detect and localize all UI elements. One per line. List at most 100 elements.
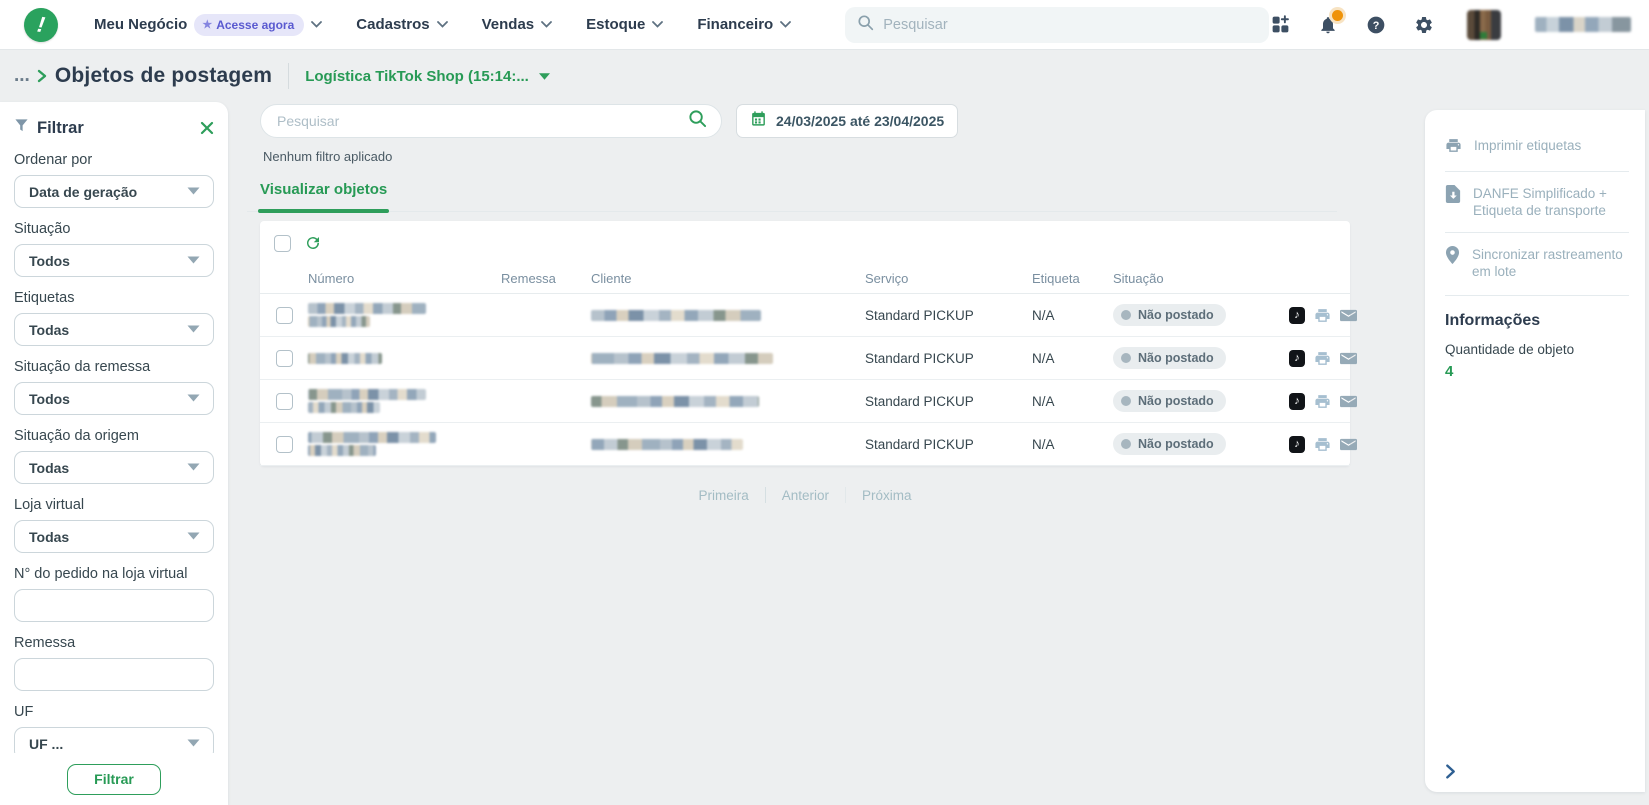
cell-cliente: [591, 308, 865, 323]
cell-numero: [308, 351, 501, 366]
select-ordenar-por[interactable]: Data de geração: [14, 175, 214, 208]
bling-logo-icon[interactable]: !: [21, 5, 61, 44]
divider: [1445, 294, 1629, 296]
user-name-redacted[interactable]: [1535, 17, 1631, 32]
select-loja-virtual[interactable]: Todas: [14, 520, 214, 553]
filter-status-text: Nenhum filtro aplicado: [263, 149, 393, 164]
print-icon: [1445, 136, 1462, 159]
row-checkbox[interactable]: [275, 435, 293, 453]
print-icon[interactable]: [1314, 393, 1331, 410]
menu-item-financeiro[interactable]: Financeiro: [697, 16, 792, 33]
table-search-input[interactable]: Pesquisar: [260, 104, 722, 138]
actions-side-panel: Imprimir etiquetas DANFE Simplificado + E…: [1425, 110, 1645, 792]
email-icon[interactable]: [1340, 308, 1357, 323]
search-icon[interactable]: [688, 109, 707, 133]
input-n-do-pedido-na-loja-virtual[interactable]: [14, 589, 214, 622]
filter-label: Situação da remessa: [14, 359, 151, 375]
select-situa-o-da-origem[interactable]: Todas: [14, 451, 214, 484]
settings-gear-icon[interactable]: [1413, 14, 1435, 36]
menu-item-cadastros[interactable]: Cadastros: [356, 16, 448, 33]
object-quantity-label: Quantidade de objeto: [1445, 341, 1575, 357]
acesse-agora-badge[interactable]: ★ Acesse agora: [194, 13, 305, 36]
column-header-remessa: Remessa: [501, 271, 556, 286]
table-row[interactable]: Standard PICKUP N/A Não postado ♪: [260, 294, 1357, 337]
panel-action-imprimir-etiquetas[interactable]: Imprimir etiquetas: [1445, 124, 1629, 171]
filter-sidebar: Filtrar Ordenar por Data de geração Situaç…: [0, 102, 228, 805]
cell-numero: [308, 430, 501, 458]
menu-item-estoque[interactable]: Estoque: [586, 16, 664, 33]
table-row[interactable]: Standard PICKUP N/A Não postado ♪: [260, 380, 1357, 423]
tab-visualizar-objetos[interactable]: Visualizar objetos: [257, 181, 390, 213]
filter-label: Loja virtual: [14, 497, 85, 513]
row-checkbox[interactable]: [275, 306, 293, 324]
status-dot-icon: [1121, 310, 1131, 320]
filter-label: Ordenar por: [14, 152, 93, 168]
tiktok-shop-icon[interactable]: ♪: [1289, 349, 1305, 367]
filter-label: UF: [14, 704, 34, 720]
filter-panel-title: Filtrar: [37, 118, 84, 137]
row-checkbox[interactable]: [275, 349, 293, 367]
collapse-panel-chevron-icon[interactable]: [1443, 763, 1458, 780]
redacted-numero: [308, 445, 376, 456]
filter-group: Etiquetas Todas: [14, 290, 214, 346]
help-icon[interactable]: ?: [1365, 14, 1387, 36]
email-icon[interactable]: [1340, 437, 1357, 452]
select-situa-o[interactable]: Todos: [14, 244, 214, 277]
tabs-row: Visualizar objetos: [247, 181, 1337, 213]
table-row[interactable]: Standard PICKUP N/A Não postado ♪: [260, 423, 1357, 466]
global-search-input[interactable]: Pesquisar: [845, 6, 1269, 43]
date-range-picker[interactable]: 24/03/2025 até 23/04/2025: [736, 104, 959, 138]
apps-grid-plus-icon[interactable]: [1269, 14, 1291, 36]
print-icon[interactable]: [1314, 436, 1331, 453]
search-icon: [857, 14, 874, 36]
chevron-down-icon: [436, 21, 448, 28]
filter-group: Situação da origem Todas: [14, 428, 214, 484]
filter-fields: Ordenar por Data de geração Situação Todos E…: [14, 152, 214, 760]
refresh-icon[interactable]: [304, 234, 322, 252]
logistics-context-selector[interactable]: Logística TikTok Shop (15:14:...: [305, 68, 551, 85]
tiktok-shop-icon[interactable]: ♪: [1289, 306, 1305, 324]
email-icon[interactable]: [1340, 351, 1357, 366]
pagination-anterior[interactable]: Anterior: [782, 488, 829, 503]
cell-cliente: [591, 394, 865, 409]
select-situa-o-da-remessa[interactable]: Todos: [14, 382, 214, 415]
filter-group: UF UF ...: [14, 704, 214, 760]
email-icon[interactable]: [1340, 394, 1357, 409]
breadcrumb-ellipsis[interactable]: ...: [14, 65, 30, 87]
tiktok-shop-icon[interactable]: ♪: [1289, 392, 1305, 410]
caret-down-icon: [186, 528, 201, 546]
cell-etiqueta: N/A: [1032, 436, 1055, 452]
table-row[interactable]: Standard PICKUP N/A Não postado ♪: [260, 337, 1357, 380]
close-icon[interactable]: [200, 121, 214, 135]
notifications-bell-icon[interactable]: [1317, 9, 1343, 36]
panel-action-sincronizar-rastreamento-em-lo[interactable]: Sincronizar rastreamento em lote: [1445, 231, 1629, 293]
global-search-placeholder: Pesquisar: [883, 16, 948, 33]
menu-item-vendas[interactable]: Vendas: [482, 16, 553, 33]
status-dot-icon: [1121, 396, 1131, 406]
input-remessa[interactable]: [14, 658, 214, 691]
cell-cliente: [591, 437, 865, 452]
pagination-prxima[interactable]: Próxima: [862, 488, 912, 503]
row-checkbox[interactable]: [275, 392, 293, 410]
select-all-checkbox[interactable]: [274, 234, 291, 252]
filtrar-button[interactable]: Filtrar: [67, 763, 161, 795]
status-badge: Não postado: [1113, 304, 1226, 326]
table-search-placeholder: Pesquisar: [277, 113, 340, 129]
pagination: Primeira Anterior Próxima: [260, 487, 1350, 503]
tiktok-shop-icon[interactable]: ♪: [1289, 435, 1305, 453]
pagination-primeira[interactable]: Primeira: [698, 488, 748, 503]
print-icon[interactable]: [1314, 307, 1331, 324]
panel-action-danfe-simplificado-etiqueta-de[interactable]: DANFE Simplificado + Etiqueta de transpo…: [1445, 171, 1629, 232]
filter-group: N° do pedido na loja virtual: [14, 566, 214, 622]
column-header-nmero: Número: [308, 271, 355, 286]
menu-item-meu-neg-cio[interactable]: Meu Negócio ★ Acesse agora: [94, 13, 323, 36]
caret-down-icon: [538, 72, 550, 80]
select-etiquetas[interactable]: Todas: [14, 313, 214, 346]
print-icon[interactable]: [1314, 350, 1331, 367]
redacted-numero: [308, 402, 380, 413]
redacted-numero: [308, 316, 370, 327]
object-quantity-value: 4: [1445, 362, 1454, 380]
user-avatar[interactable]: [1467, 9, 1501, 40]
table-body: Standard PICKUP N/A Não postado ♪ Standard P…: [260, 294, 1357, 466]
redacted-numero: [308, 303, 426, 314]
